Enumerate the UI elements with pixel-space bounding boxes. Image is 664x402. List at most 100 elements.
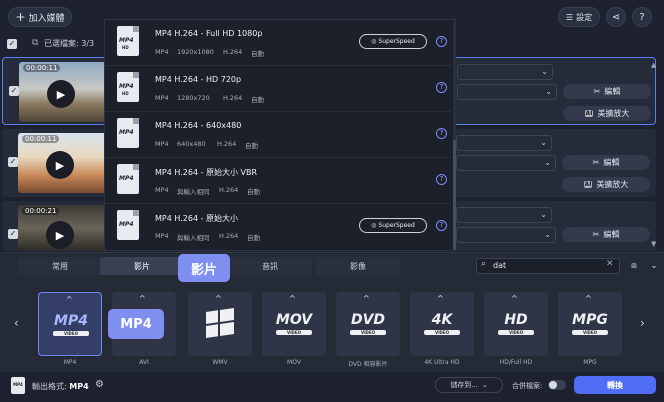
format-dropdown[interactable]: ⌄ — [456, 135, 552, 151]
chevron-right-icon[interactable]: › — [640, 316, 645, 330]
file-video-icon: MP4 HD — [117, 72, 139, 102]
play-icon[interactable]: ▶ — [46, 151, 74, 179]
settings-button[interactable]: ☰ 設定 — [558, 7, 600, 27]
chevron-up-icon: ^ — [363, 294, 370, 303]
tab-callout: 影片 — [178, 254, 230, 282]
preset-scrollbar[interactable] — [453, 22, 456, 250]
chevron-down-icon: ⌄ — [541, 67, 548, 76]
scroll-up-icon[interactable]: ▲ — [651, 61, 656, 69]
tab-audio[interactable]: 音訊 — [228, 257, 312, 275]
preset-resolution: 與輸入相同 — [177, 234, 210, 242]
windows-logo-icon — [206, 308, 234, 340]
files-icon: ⧉ — [32, 38, 39, 48]
chevron-up-icon: ^ — [289, 294, 296, 303]
preset-bitrate: 自動 — [247, 234, 260, 242]
ai-upscale-button[interactable]: AI 美擴放大 — [563, 106, 651, 121]
output-format-label: 輸出格式: MP4 — [32, 382, 89, 391]
format-dropdown[interactable]: ⌄ — [457, 64, 553, 80]
preset-name: MP4 H.264 - 原始大小 — [155, 214, 239, 223]
preset-resolution: 與輸入相同 — [177, 188, 210, 196]
preset-item[interactable]: MP4 MP4 H.264 - 640x480 MP4 640x480 H.26… — [105, 112, 451, 158]
scroll-down-icon[interactable]: ▼ — [651, 240, 656, 248]
collapse-panel-button[interactable]: ⌄ — [646, 258, 662, 274]
preset-codec: H.264 — [219, 232, 239, 240]
select-all-checkbox[interactable]: ✓ — [7, 39, 17, 49]
video-thumbnail[interactable]: 00:00:11 ▶ — [19, 62, 109, 122]
file-checkbox[interactable]: ✓ — [8, 157, 18, 167]
file-checkbox[interactable]: ✓ — [8, 229, 18, 239]
format-label: MP4 — [63, 359, 77, 366]
convert-button[interactable]: 轉換 — [574, 376, 656, 394]
share-button[interactable]: ⋖ — [606, 7, 626, 27]
edit-button[interactable]: ✂ 編輯 — [562, 227, 650, 242]
format-dvd[interactable]: ^ DVD VIDEO — [336, 292, 400, 356]
edit-button[interactable]: ✂ 編輯 — [562, 155, 650, 170]
edit-label: 編輯 — [603, 158, 620, 167]
search-input[interactable]: dat — [476, 258, 620, 274]
scissors-icon: ✂ — [593, 87, 601, 96]
format-hd[interactable]: ^ HD VIDEO — [484, 292, 548, 356]
preset-container: MP4 — [155, 48, 169, 56]
help-icon[interactable]: ? — [436, 128, 447, 139]
search-icon: ⌕ — [481, 259, 487, 269]
ai-icon: AI — [584, 110, 594, 117]
preset-codec: H.264 — [217, 140, 237, 148]
superspeed-badge: ◎ SuperSpeed — [359, 34, 427, 49]
preset-bitrate: 自動 — [247, 188, 260, 196]
scroll-thumb[interactable] — [453, 140, 456, 250]
preset-list[interactable]: MP4 HD MP4 H.264 - Full HD 1080p MP4 1920… — [104, 19, 456, 251]
preset-item[interactable]: MP4 HD MP4 H.264 - HD 720p MP4 1280x720 H… — [105, 66, 451, 112]
format-mpg[interactable]: ^ MPG VIDEO — [558, 292, 622, 356]
preset-container: MP4 — [155, 232, 169, 240]
duration-label: 00:00:11 — [22, 135, 60, 143]
help-icon[interactable]: ? — [436, 174, 447, 185]
audio-dropdown[interactable]: ⌄ — [457, 84, 557, 100]
add-media-label: 加入媒體 — [28, 13, 65, 24]
audio-dropdown[interactable]: ⌄ — [456, 155, 556, 171]
play-icon[interactable]: ▶ — [47, 80, 75, 108]
preset-codec: H.264 — [223, 48, 243, 56]
tab-video[interactable]: 影片 — [100, 257, 184, 275]
chevron-left-icon[interactable]: ‹ — [14, 316, 19, 330]
preset-resolution: 640x480 — [177, 140, 206, 148]
format-mov[interactable]: ^ MOV VIDEO — [262, 292, 326, 356]
help-button[interactable]: ? — [632, 7, 652, 27]
tab-image[interactable]: 影像 — [316, 257, 400, 275]
file-checkbox[interactable]: ✓ — [9, 86, 19, 96]
format-4k[interactable]: ^ 4K VIDEO — [410, 292, 474, 356]
save-to-dropdown[interactable]: 儲存到... ⌄ — [435, 377, 503, 393]
lightning-icon: ◎ — [371, 38, 377, 45]
preset-item[interactable]: MP4 MP4 H.264 - 原始大小 VBR MP4 與輸入相同 H.264… — [105, 158, 451, 204]
custom-format-button[interactable]: ⧈ — [626, 258, 642, 274]
preset-name: MP4 H.264 - 原始大小 VBR — [155, 168, 258, 177]
convert-label: 轉換 — [607, 380, 623, 390]
help-icon[interactable]: ? — [436, 82, 447, 93]
video-thumbnail[interactable]: 00:00:11 ▶ — [18, 133, 108, 193]
settings-label: 設定 — [576, 12, 593, 22]
format-wmv[interactable]: ^ — [188, 292, 252, 356]
preset-item[interactable]: MP4 HD MP4 H.264 - Full HD 1080p MP4 1920… — [105, 20, 451, 66]
format-dropdown[interactable]: ⌄ — [456, 207, 552, 223]
audio-dropdown[interactable]: ⌄ — [456, 227, 556, 243]
format-label: MOV — [287, 359, 301, 366]
video-thumbnail[interactable]: 00:00:21 ▶ — [18, 205, 108, 251]
gear-icon[interactable]: ⚙ — [95, 379, 104, 390]
help-icon[interactable]: ? — [436, 220, 447, 231]
add-media-button[interactable]: + 加入媒體 — [8, 7, 72, 27]
play-icon[interactable]: ▶ — [46, 221, 74, 249]
format-mp4[interactable]: ^ MP4 VIDEO — [38, 292, 102, 356]
upscale-label: 美擴放大 — [597, 109, 630, 118]
preset-item[interactable]: MP4 MP4 H.264 - 原始大小 MP4 與輸入相同 H.264 自動 … — [105, 204, 451, 250]
help-icon[interactable]: ? — [436, 36, 447, 47]
preset-container: MP4 — [155, 186, 169, 194]
tab-common[interactable]: 常用 — [18, 257, 102, 275]
chevron-down-icon: ⌄ — [540, 138, 547, 147]
format-label: WMV — [212, 359, 228, 366]
clear-icon[interactable]: ✕ — [606, 259, 614, 269]
edit-button[interactable]: ✂ 編輯 — [563, 84, 651, 99]
merge-files-toggle[interactable] — [548, 380, 566, 390]
save-to-label: 儲存到... — [450, 381, 478, 389]
duration-label: 00:00:21 — [22, 207, 60, 215]
preset-name: MP4 H.264 - Full HD 1080p — [155, 29, 263, 38]
ai-upscale-button[interactable]: AI 美擴放大 — [562, 177, 650, 192]
